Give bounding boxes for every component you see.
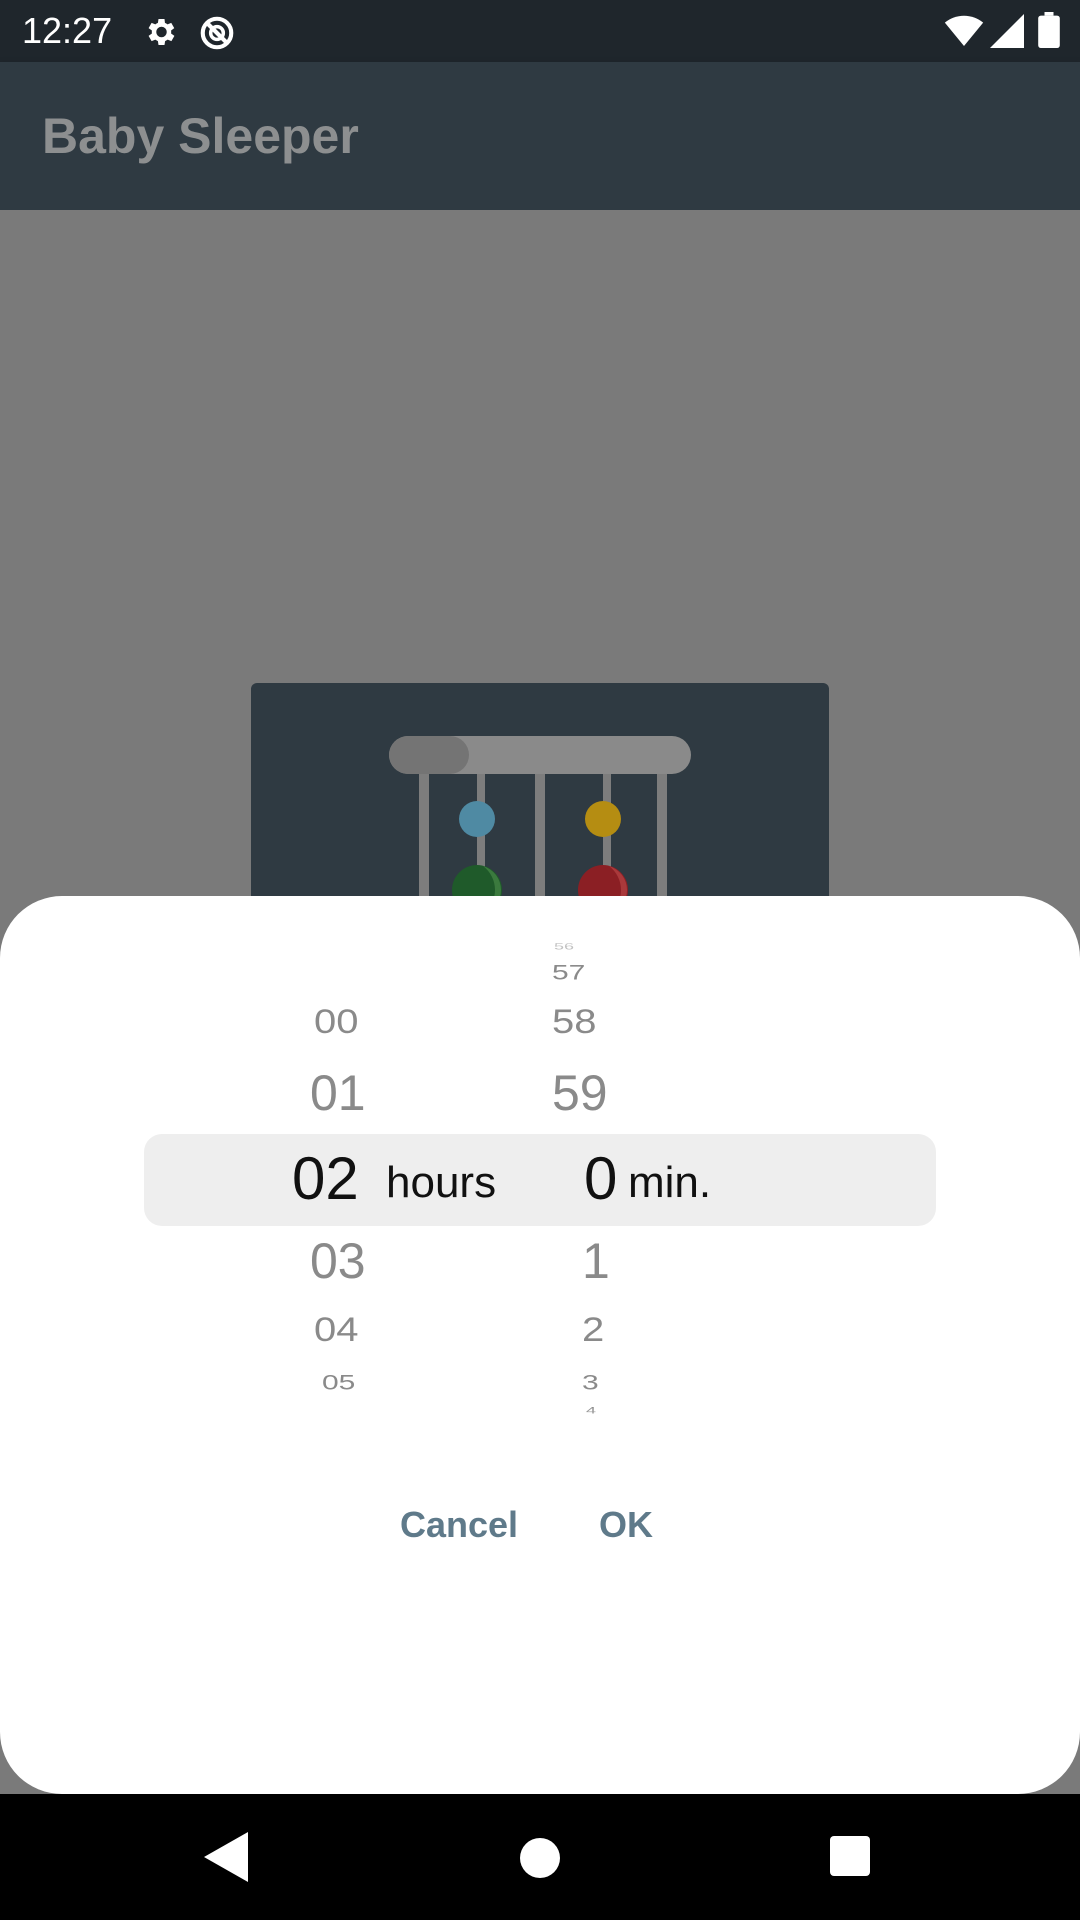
- signal-icon: [990, 14, 1024, 53]
- app-bar: Baby Sleeper: [0, 62, 1080, 210]
- hours-option[interactable]: 05: [322, 1371, 355, 1395]
- app-title: Baby Sleeper: [42, 108, 359, 164]
- cancel-button[interactable]: Cancel: [400, 1504, 518, 1546]
- hours-selected-value[interactable]: 02: [292, 1146, 359, 1212]
- picker-selection-band: [144, 1134, 936, 1226]
- hours-option[interactable]: 03: [310, 1232, 366, 1290]
- duration-picker-dialog: 00 01 02 03 04 05 hours 56 57 58 59 0 1 …: [0, 896, 1080, 1794]
- status-time: 12:27: [22, 10, 113, 51]
- navigation-bar: [0, 1794, 1080, 1920]
- hours-unit-label: hours: [386, 1158, 497, 1207]
- battery-icon: [1038, 12, 1060, 53]
- hours-option[interactable]: 01: [310, 1064, 366, 1122]
- minutes-option[interactable]: 59: [552, 1064, 608, 1122]
- recents-icon[interactable]: [830, 1836, 870, 1881]
- screen: 12:27 Baby Sleeper 00 01 02 03 04 05 hou…: [0, 0, 1080, 1920]
- minutes-option[interactable]: 2: [582, 1311, 604, 1349]
- ok-button[interactable]: OK: [599, 1504, 653, 1546]
- hours-option[interactable]: 00: [314, 1003, 359, 1041]
- wheel-fade-top: [200, 926, 700, 966]
- wheel-fade-bottom: [200, 1406, 700, 1446]
- minutes-option[interactable]: 58: [552, 1003, 597, 1041]
- data-saver-icon: [198, 14, 236, 57]
- wifi-icon: [944, 14, 984, 53]
- minutes-option[interactable]: 1: [582, 1232, 610, 1290]
- hours-option[interactable]: 04: [314, 1311, 359, 1349]
- minutes-selected-value[interactable]: 0: [584, 1146, 617, 1212]
- back-icon[interactable]: [204, 1832, 248, 1887]
- minutes-unit-label: min.: [628, 1158, 712, 1207]
- status-bar: 12:27: [0, 0, 1080, 62]
- gear-icon: [142, 14, 178, 55]
- home-icon[interactable]: [520, 1838, 560, 1883]
- minutes-option[interactable]: 3: [582, 1371, 599, 1395]
